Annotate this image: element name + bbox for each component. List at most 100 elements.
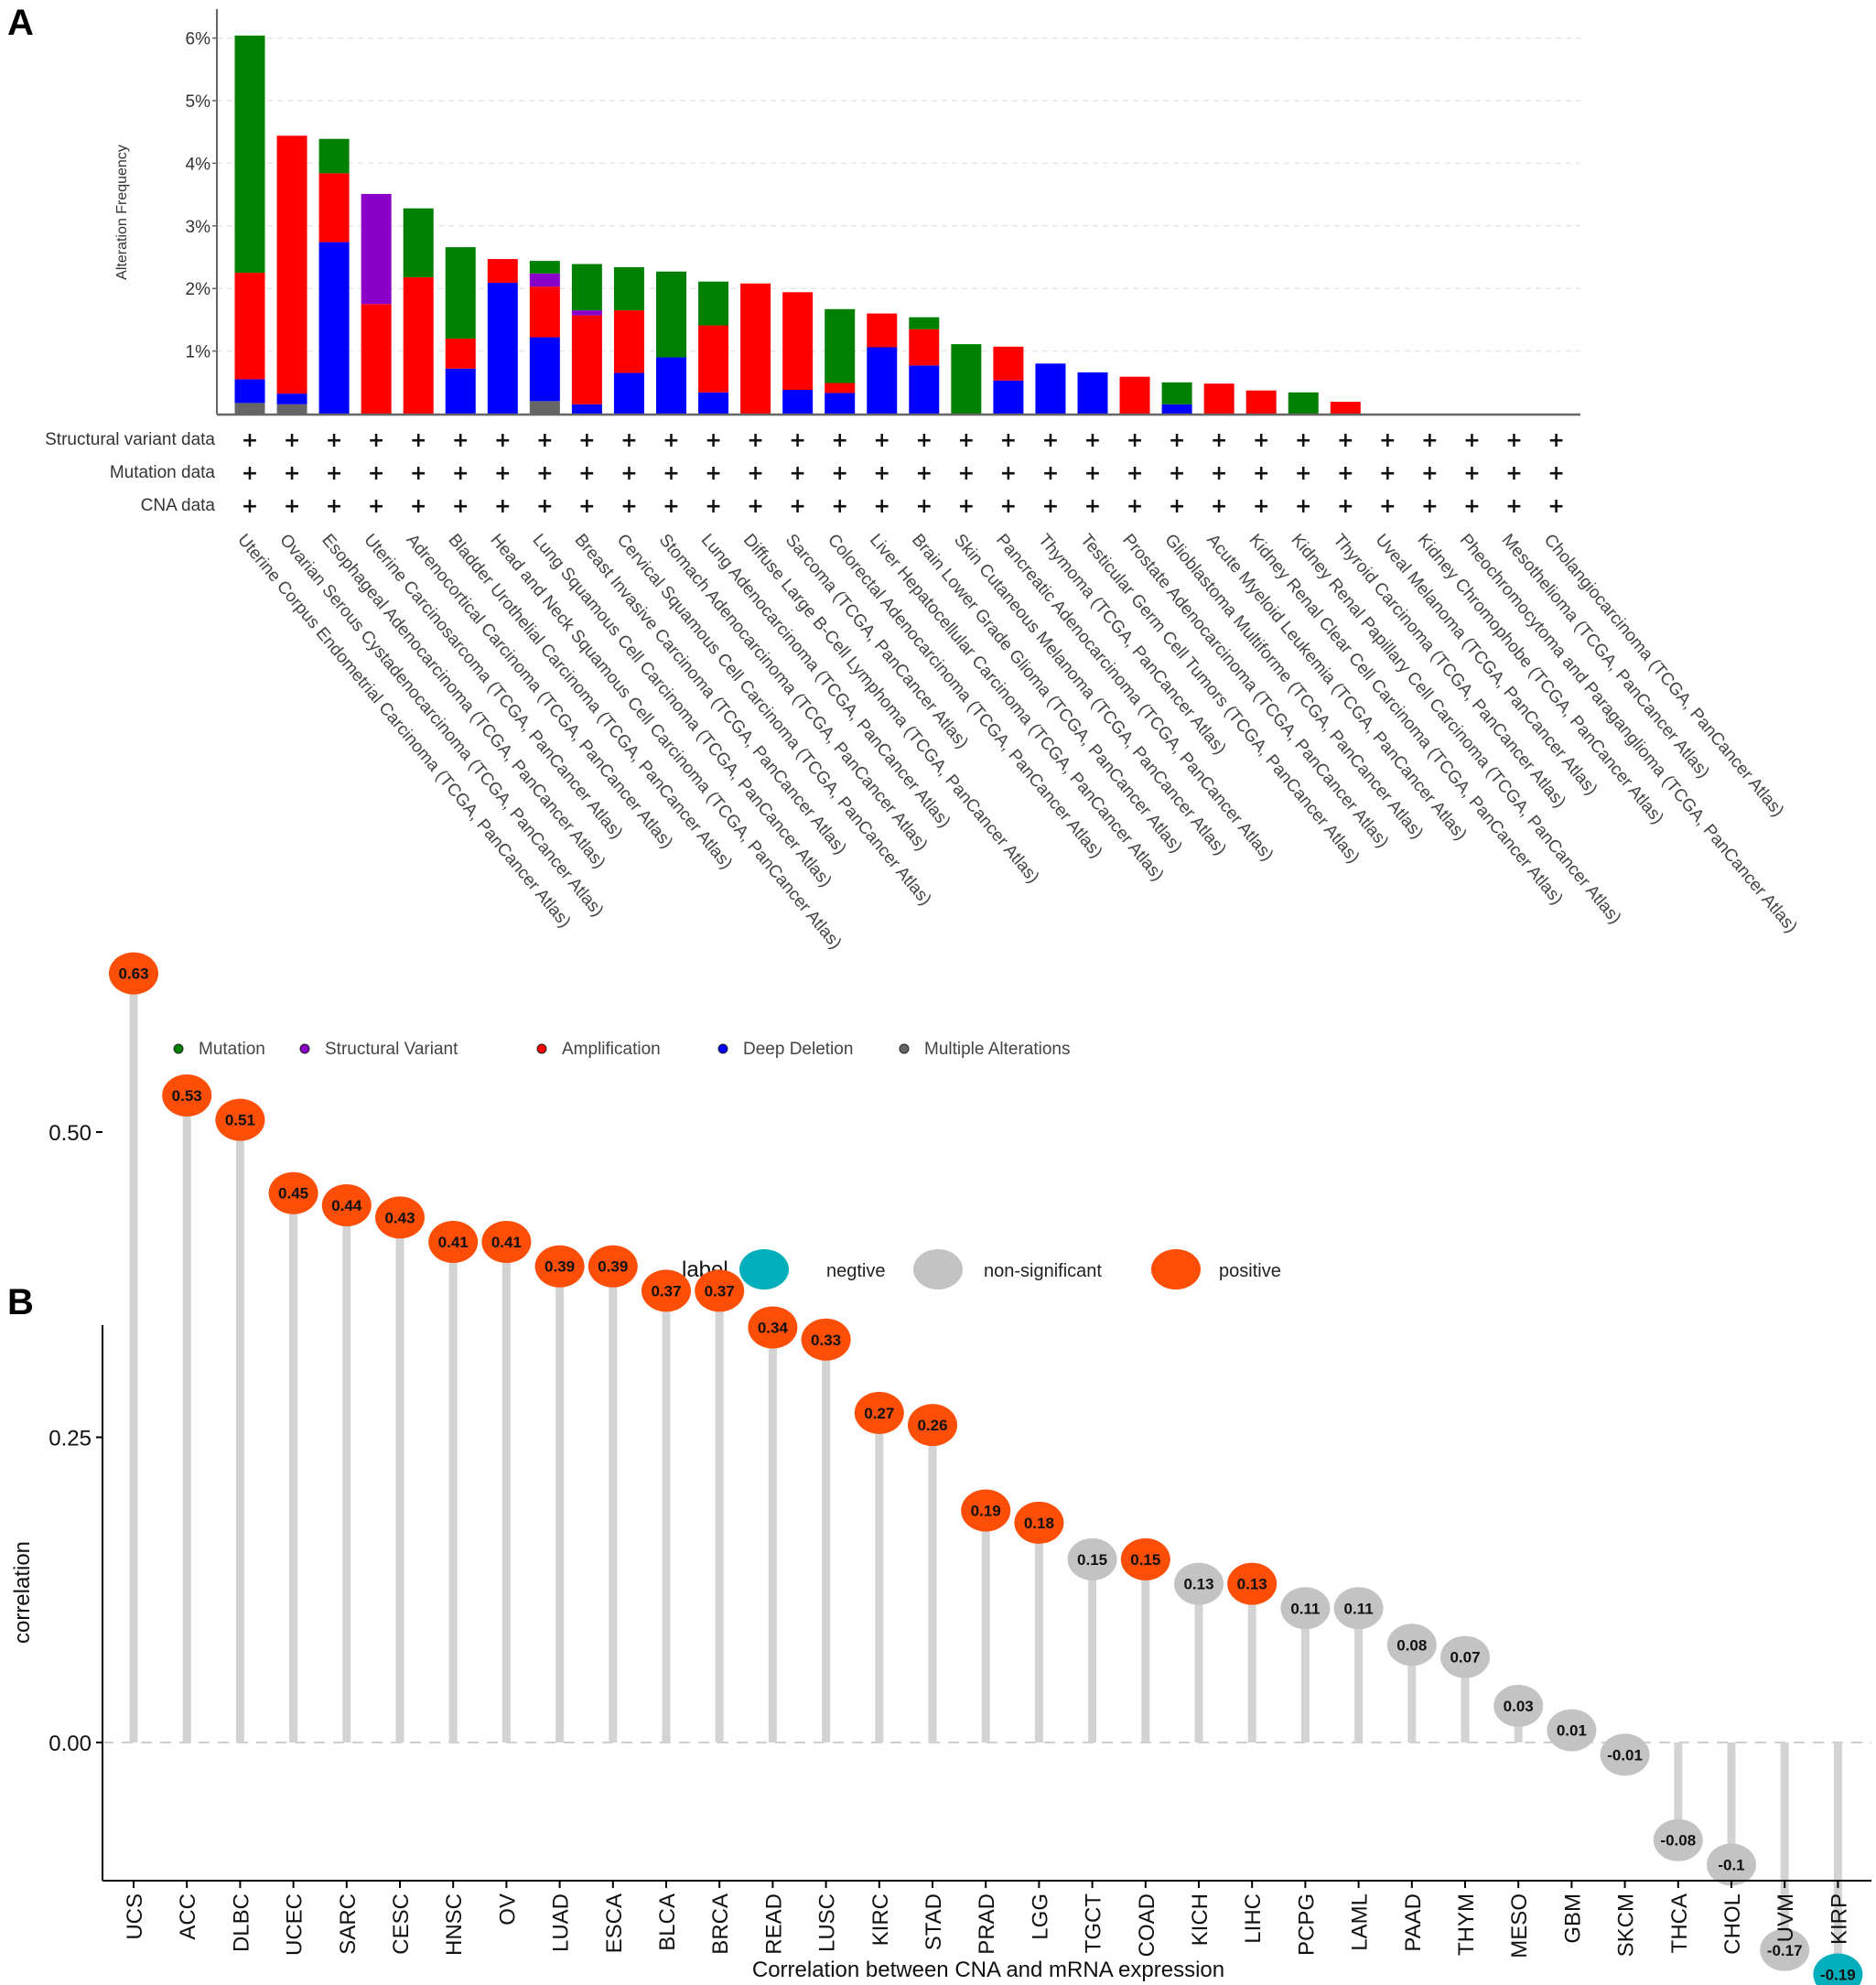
a-plus-marker: + [705,495,721,518]
a-category-label: Pancreatic Adenocarcinoma (TCGA, PanCanc… [992,531,1277,865]
b-category-label: DLBC [229,1893,253,1952]
a-row-label: Structural variant data [45,430,215,449]
a-plus-marker: + [831,462,847,485]
b-point-label: 0.39 [544,1258,575,1276]
a-bar-segment-mutation [529,261,560,274]
a-plus-marker: + [1000,462,1017,485]
a-plus-marker: + [1042,495,1059,518]
a-plus-marker: + [620,462,637,485]
a-bar-segment-amplification [403,276,434,414]
a-bar-segment-deep-deletion [1035,363,1066,414]
b-point-label: -0.08 [1660,1832,1696,1850]
a-plus-marker: + [1211,429,1227,452]
a-bar-segment-amplification [234,273,265,380]
a-plus-marker: + [1253,495,1269,518]
a-plus-marker: + [620,495,637,518]
b-point-label: 0.11 [1290,1600,1320,1617]
a-bar-segment-amplification [571,315,602,405]
a-plus-marker: + [1084,495,1101,518]
a-bar-segment-deep-deletion [698,392,729,414]
a-bar-segment-amplification [993,346,1024,381]
a-bars [234,35,1361,414]
a-plus-marker: + [536,462,553,485]
b-point-label: 0.03 [1504,1698,1534,1715]
a-plus-marker: + [1253,462,1269,485]
b-category-label: UCS [123,1893,147,1940]
a-bar-segment-structural-variant [571,310,602,316]
a-plus-marker: + [663,495,679,518]
a-bar-segment-mutation [445,247,476,339]
a-plus-marker: + [1337,429,1353,452]
a-legend-label: Multiple Alterations [924,1040,1070,1059]
b-point-label: 0.37 [705,1282,735,1300]
a-plus-marker: + [874,429,890,452]
b-point-label: 0.63 [118,966,148,983]
a-plus-marker: + [1463,462,1480,485]
a-bar-segment-amplification [1245,390,1277,414]
a-bar-segment-structural-variant [529,273,560,287]
b-category-label: LUAD [549,1893,574,1952]
a-plus-marker: + [1084,429,1101,452]
a-y-tick-label: 4% [186,155,211,174]
a-bar-segment-amplification [529,286,560,338]
a-plus-marker: + [916,462,933,485]
a-plus-marker: + [326,429,342,452]
a-bar-segment-amplification [698,325,729,393]
a-plus-marker: + [1505,462,1522,485]
a-plus-marker: + [242,495,258,518]
a-bar-segment-mutation [909,317,940,329]
a-bar-segment-deep-deletion [1161,404,1192,414]
a-plus-marker: + [578,495,595,518]
a-plus-marker: + [747,462,763,485]
a-bar-segment-structural-variant [361,193,392,305]
b-point-label: -0.17 [1767,1942,1803,1959]
a-bar-segment-amplification [1119,376,1150,414]
a-plus-marker: + [705,429,721,452]
a-bar-segment-amplification [825,383,856,394]
a-row-label: CNA data [141,496,216,515]
a-y-tick-label: 2% [186,280,211,299]
panel-b-letter: B [7,1282,34,1322]
a-plus-marker: + [494,429,511,452]
a-bar-segment-multiple [234,403,265,414]
a-plus-marker: + [1547,495,1564,518]
a-bar-segment-deep-deletion [529,337,560,402]
a-plus-marker: + [958,462,975,485]
panel-a-bar-chart: 1% 2% 3% 4% 5% 6% Alteration Frequency Struct… [45,9,1801,1059]
a-legend-label: Mutation [199,1040,265,1059]
panel-a-letter: A [7,3,34,43]
a-legend-label: Deep Deletion [743,1040,853,1059]
b-point-label: 0.18 [1024,1515,1054,1532]
panel-b-lollipop-chart: label negtive non-significant positive 0.63… [10,952,1871,1985]
b-legend-swatch-non-significant [913,1249,963,1289]
a-legend: Mutation Structural Variant Amplification D… [173,1040,1070,1059]
a-plus-marker: + [1169,495,1185,518]
a-legend-label: Amplification [562,1040,661,1059]
a-plus-marker: + [410,429,426,452]
b-legend: label negtive non-significant positive [682,1249,1281,1289]
b-category-label: HNSC [442,1893,467,1956]
b-point-label: 0.33 [811,1332,841,1349]
a-legend-swatch-mutation [173,1043,184,1054]
a-plus-marker: + [789,462,805,485]
a-plus-marker: + [452,495,469,518]
a-bar-segment-mutation [318,138,350,174]
b-point-label: 0.41 [491,1234,522,1251]
a-plus-marker: + [242,429,258,452]
a-plus-marker: + [789,495,805,518]
a-plus-marker: + [789,429,805,452]
b-legend-swatch-positive [1151,1249,1201,1289]
a-plus-marker: + [1042,462,1059,485]
a-plus-marker: + [1000,495,1017,518]
b-legend-label: non-significant [984,1261,1102,1281]
b-point-label: 0.43 [384,1209,415,1226]
b-y-tick-label: 0.25 [49,1427,92,1451]
a-plus-marker: + [1337,495,1353,518]
b-category-label: KIRC [868,1893,893,1946]
a-y-tick-label: 1% [186,343,211,362]
a-plus-marker: + [1421,495,1438,518]
b-category-label: SARC [336,1893,361,1955]
b-category-label: STAD [922,1893,946,1950]
a-plus-marker: + [958,495,975,518]
b-category-label: KICH [1188,1893,1213,1946]
